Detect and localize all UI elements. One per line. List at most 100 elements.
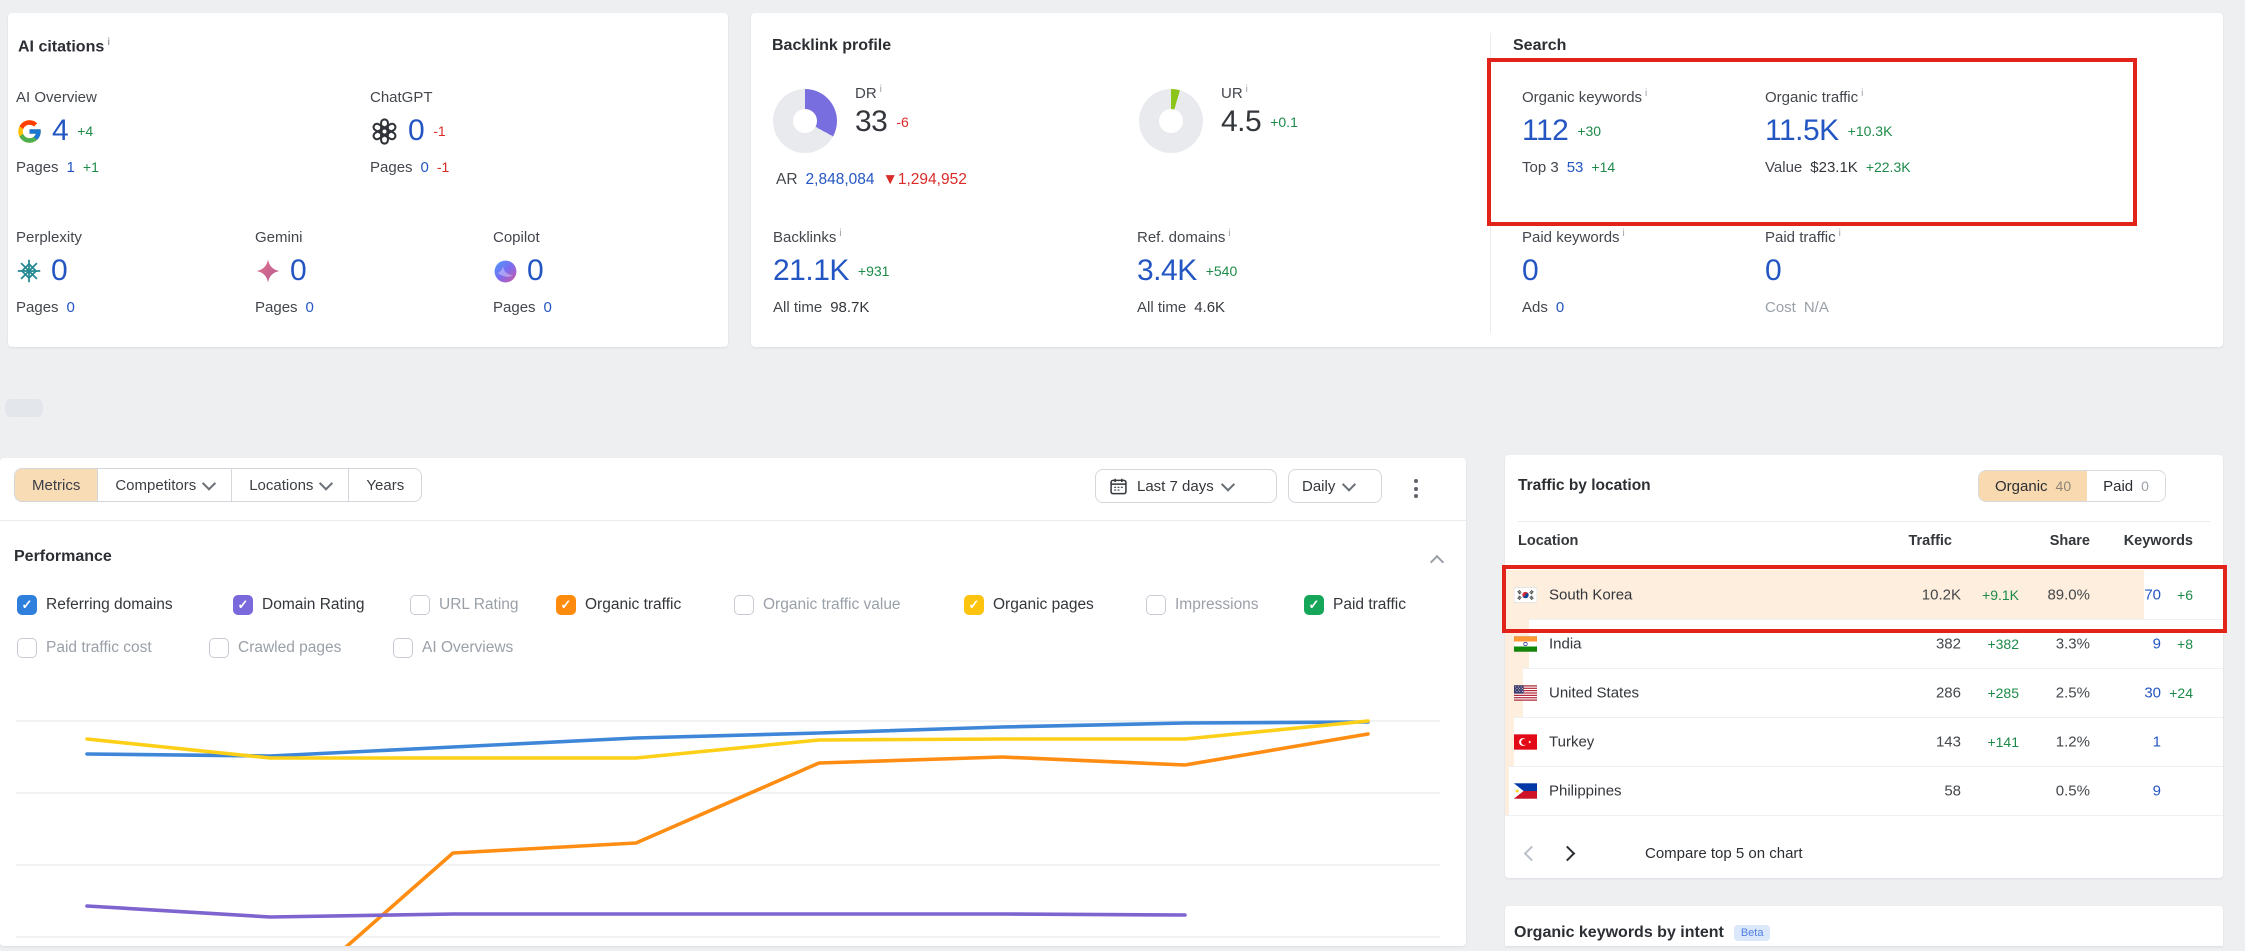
dr-label: DRi	[855, 84, 909, 102]
chevron-left-icon	[1523, 845, 1539, 861]
share-value: 0.5%	[2056, 782, 2090, 799]
metric-checkbox-organic-traffic-value[interactable]: Organic traffic value	[734, 594, 901, 616]
compare-top5-link[interactable]: Compare top 5 on chart	[1645, 845, 1803, 862]
toggle-organic[interactable]: Organic 40	[1979, 471, 2087, 501]
chevron-down-icon	[1221, 478, 1235, 492]
ai-citations-delta: +4	[77, 123, 93, 139]
keywords-value[interactable]: 1	[2153, 733, 2161, 750]
location-table-row[interactable]: India 382 +382 3.3% 9 +8	[1505, 619, 2223, 669]
column-header-keywords[interactable]: Keywords	[2124, 533, 2193, 549]
column-header-traffic[interactable]: Traffic	[1908, 533, 1952, 549]
ai-citation-card: AI Overview 4 +4 Pages 1 +1	[16, 89, 99, 176]
tab-backlink-profile[interactable]	[56, 399, 94, 417]
flag-philippines-icon	[1514, 783, 1537, 799]
location-name[interactable]: Philippines	[1549, 782, 1622, 799]
column-header-location[interactable]: Location	[1518, 533, 1578, 549]
segment-label: Competitors	[115, 477, 196, 494]
info-icon[interactable]: i	[880, 84, 882, 95]
metric-checkbox-ai-overviews[interactable]: AI Overviews	[393, 637, 513, 659]
keywords-value[interactable]: 9	[2153, 782, 2161, 799]
checkbox-icon: ✓	[556, 595, 576, 615]
segment-competitors[interactable]: Competitors	[98, 469, 232, 501]
flag-india-icon	[1514, 636, 1537, 652]
location-name[interactable]: United States	[1549, 684, 1639, 701]
keywords-value[interactable]: 9	[2153, 635, 2161, 652]
tab-paid-search[interactable]	[158, 399, 196, 417]
kebab-menu-icon[interactable]	[1410, 475, 1422, 502]
pages-value[interactable]: 1	[67, 159, 75, 176]
segment-metrics[interactable]: Metrics	[15, 469, 98, 501]
metric-checkbox-domain-rating[interactable]: ✓ Domain Rating	[233, 594, 365, 616]
checkbox-label: Organic traffic	[585, 596, 681, 614]
chart-line-organic-pages	[87, 721, 1368, 758]
metric-checkbox-organic-traffic[interactable]: ✓ Organic traffic	[556, 594, 681, 616]
tab-general[interactable]	[5, 399, 43, 417]
pages-value[interactable]: 0	[421, 159, 429, 176]
info-icon[interactable]: i	[1839, 228, 1841, 239]
metric-checkbox-crawled-pages[interactable]: Crawled pages	[209, 637, 341, 659]
tab-organic-search[interactable]	[107, 399, 145, 417]
ai-citations-value[interactable]: 4	[52, 114, 68, 148]
date-range-button[interactable]: Last 7 days	[1095, 469, 1277, 503]
location-name[interactable]: Turkey	[1549, 733, 1594, 750]
flag-united-states-icon	[1514, 685, 1537, 701]
previous-page-button[interactable]	[1513, 835, 1549, 871]
ar-delta: ▼1,294,952	[883, 171, 967, 189]
info-icon[interactable]: i	[1861, 88, 1863, 99]
column-header-share[interactable]: Share	[2050, 533, 2090, 549]
info-icon[interactable]: i	[107, 37, 110, 48]
paid-traffic-value[interactable]: 0	[1765, 254, 1781, 288]
pages-value[interactable]: 0	[544, 299, 552, 316]
performance-chart[interactable]	[0, 665, 1466, 946]
metric-checkbox-paid-traffic-cost[interactable]: Paid traffic cost	[17, 637, 152, 659]
ai-citations-value[interactable]: 0	[408, 114, 424, 148]
ar-value[interactable]: 2,848,084	[806, 171, 875, 189]
pages-value[interactable]: 0	[306, 299, 314, 316]
organic-keywords-label: Organic keywordsi	[1522, 88, 1647, 106]
collapse-section-button[interactable]	[1432, 554, 1442, 572]
backlinks-value[interactable]: 21.1K	[773, 254, 849, 288]
info-icon[interactable]: i	[1645, 88, 1647, 99]
paid-keywords-value[interactable]: 0	[1522, 254, 1538, 288]
keywords-value[interactable]: 70	[2144, 586, 2161, 603]
checkbox-icon	[1146, 595, 1166, 615]
location-table-row[interactable]: United States 286 +285 2.5% 30 +24	[1505, 668, 2223, 718]
toggle-paid[interactable]: Paid 0	[2087, 471, 2165, 501]
share-value: 3.3%	[2056, 635, 2090, 652]
metric-checkbox-impressions[interactable]: Impressions	[1146, 594, 1259, 616]
location-name[interactable]: South Korea	[1549, 586, 1632, 603]
metric-checkbox-paid-traffic[interactable]: ✓ Paid traffic	[1304, 594, 1406, 616]
checkbox-icon	[17, 638, 37, 658]
info-icon[interactable]: i	[839, 228, 841, 239]
metric-checkbox-referring-domains[interactable]: ✓ Referring domains	[17, 594, 173, 616]
traffic-value: 382	[1936, 635, 1961, 652]
ai-citations-value[interactable]: 0	[51, 254, 67, 288]
organic-traffic-label: Organic traffici	[1765, 88, 1911, 106]
organic-traffic-value[interactable]: 11.5K	[1765, 114, 1839, 148]
organic-keywords-value[interactable]: 112	[1522, 114, 1568, 148]
location-table-row[interactable]: South Korea 10.2K +9.1K 89.0% 70 +6	[1505, 570, 2223, 620]
location-name[interactable]: India	[1549, 635, 1582, 652]
share-value: 1.2%	[2056, 733, 2090, 750]
metric-checkbox-url-rating[interactable]: URL Rating	[410, 594, 519, 616]
ai-citations-value[interactable]: 0	[290, 254, 306, 288]
ai-citations-value[interactable]: 0	[527, 254, 543, 288]
top3-value[interactable]: 53	[1567, 159, 1584, 176]
info-icon[interactable]: i	[1228, 228, 1230, 239]
info-icon[interactable]: i	[1246, 84, 1248, 95]
ref-domains-value[interactable]: 3.4K	[1137, 254, 1197, 288]
granularity-button[interactable]: Daily	[1288, 469, 1382, 503]
metric-checkbox-organic-pages[interactable]: ✓ Organic pages	[964, 594, 1094, 616]
keywords-value[interactable]: 30	[2144, 684, 2161, 701]
segment-locations[interactable]: Locations	[232, 469, 349, 501]
toggle-label: Organic	[1995, 478, 2048, 495]
date-range-label: Last 7 days	[1137, 478, 1214, 495]
info-icon[interactable]: i	[1623, 228, 1625, 239]
next-page-button[interactable]	[1549, 835, 1585, 871]
pages-value[interactable]: 0	[67, 299, 75, 316]
location-table-row[interactable]: Philippines 58 0.5% 9	[1505, 766, 2223, 816]
ads-value[interactable]: 0	[1556, 299, 1564, 316]
alltime-value: 4.6K	[1194, 299, 1225, 316]
location-table-row[interactable]: Turkey 143 +141 1.2% 1	[1505, 717, 2223, 767]
segment-years[interactable]: Years	[349, 469, 421, 501]
